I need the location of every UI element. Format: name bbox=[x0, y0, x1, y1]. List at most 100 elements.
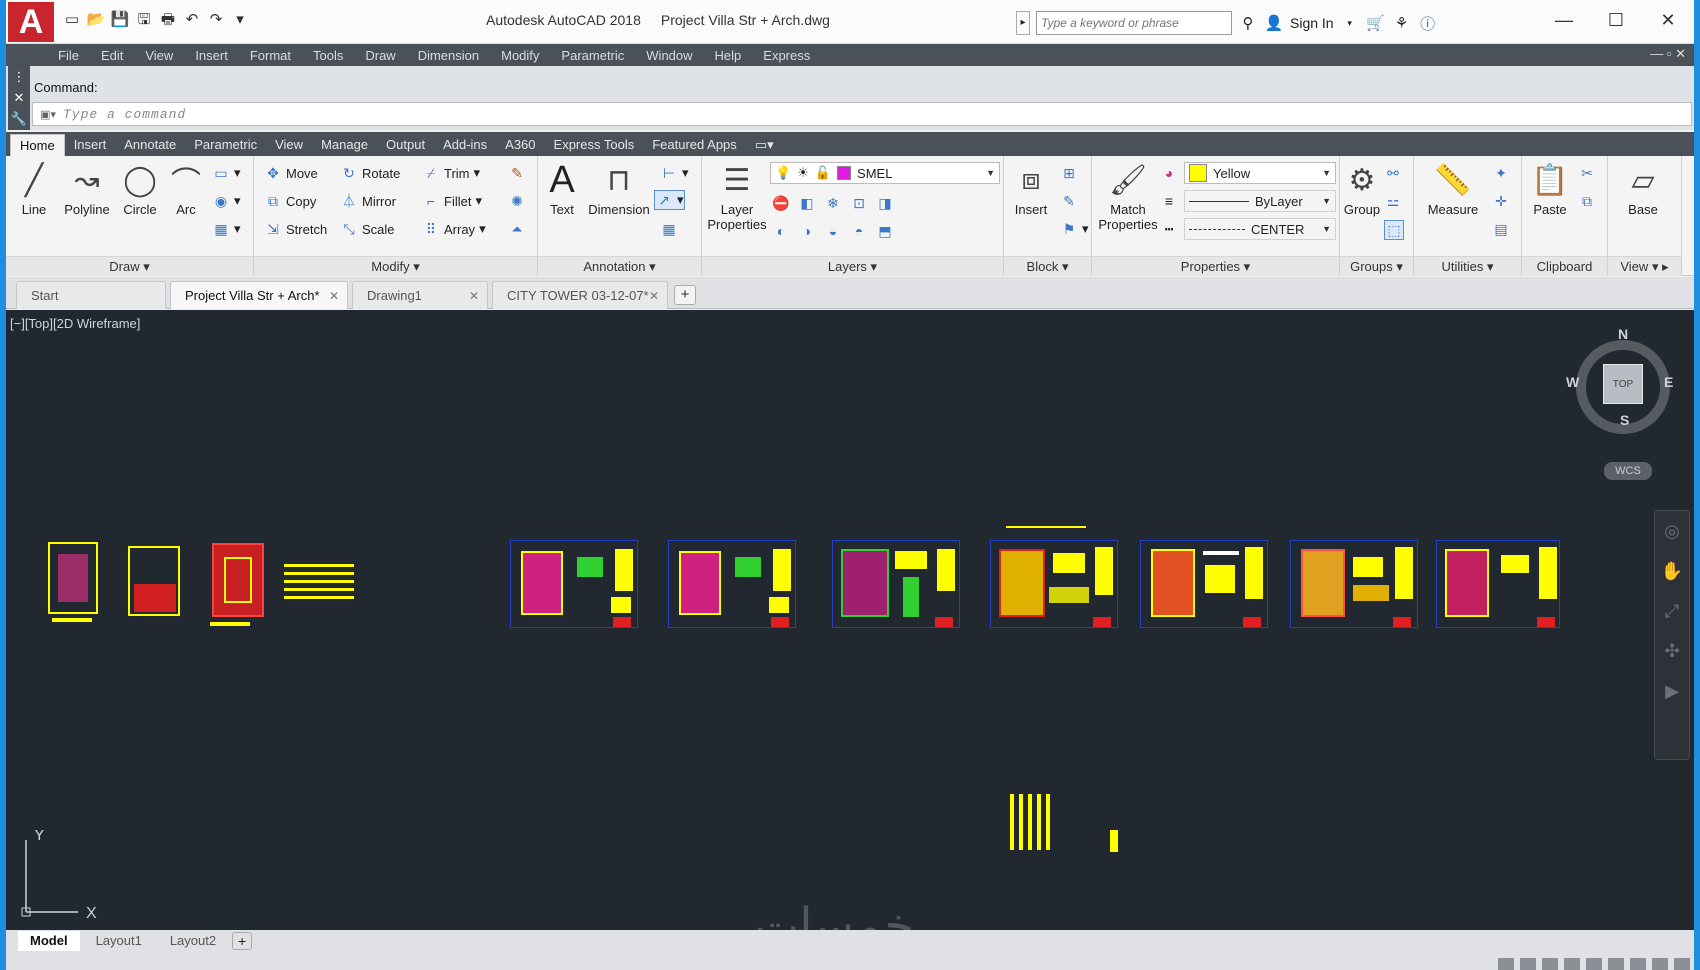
array-button[interactable]: ⠿ Array ▾ bbox=[422, 220, 486, 238]
offset-button[interactable]: ⏶ bbox=[508, 220, 526, 238]
layer-make-current-icon[interactable]: ◨ bbox=[876, 194, 894, 212]
layout-tab-model[interactable]: Model bbox=[18, 931, 80, 951]
linetype-dropdown[interactable]: CENTER ▼ bbox=[1184, 218, 1336, 240]
polyline-button[interactable]: ↝ Polyline bbox=[58, 160, 116, 218]
menu-insert[interactable]: Insert bbox=[195, 48, 228, 63]
doc-tab-start[interactable]: Start bbox=[16, 281, 166, 309]
layout-tab-layout2[interactable]: Layout2 bbox=[158, 931, 228, 951]
close-tab-icon[interactable]: ✕ bbox=[649, 282, 659, 310]
draw-panel-title[interactable]: Draw ▾ bbox=[6, 256, 253, 276]
layer-freeze-tool-icon[interactable]: ❄ bbox=[824, 194, 842, 212]
compass-north[interactable]: N bbox=[1618, 326, 1628, 342]
layer-unlock-icon[interactable]: ◓ bbox=[850, 222, 868, 240]
block-panel-title[interactable]: Block ▾ bbox=[1004, 256, 1091, 276]
fillet-button[interactable]: ⌐ Fillet ▾ bbox=[422, 192, 482, 210]
maximize-button[interactable]: ☐ bbox=[1590, 0, 1642, 40]
print-icon[interactable]: 🖶 bbox=[158, 10, 178, 30]
menu-format[interactable]: Format bbox=[250, 48, 291, 63]
tab-parametric[interactable]: Parametric bbox=[185, 134, 266, 156]
clipboard-panel-title[interactable]: Clipboard bbox=[1522, 256, 1607, 276]
new-layout-button[interactable]: + bbox=[232, 932, 253, 950]
properties-panel-title[interactable]: Properties ▾ bbox=[1092, 256, 1339, 276]
tab-a360[interactable]: A360 bbox=[496, 134, 544, 156]
autodesk-connect-icon[interactable]: ⚘ bbox=[1392, 14, 1412, 32]
wcs-menu[interactable]: WCS bbox=[1604, 462, 1652, 480]
paste-button[interactable]: 📋 Paste bbox=[1528, 160, 1572, 218]
match-properties-button[interactable]: 🖌 Match Properties bbox=[1096, 160, 1160, 233]
customize-command-icon[interactable]: 🔧 bbox=[8, 108, 30, 129]
command-line-handle[interactable]: ⋮ ✕ 🔧 bbox=[8, 66, 30, 130]
layer-isolate-icon[interactable]: ◧ bbox=[798, 194, 816, 212]
menu-help[interactable]: Help bbox=[715, 48, 742, 63]
quick-select-button[interactable]: ✦ bbox=[1492, 164, 1510, 182]
close-button[interactable]: ✕ bbox=[1642, 0, 1694, 40]
polar-toggle-icon[interactable] bbox=[1564, 958, 1580, 970]
ortho-toggle-icon[interactable] bbox=[1542, 958, 1558, 970]
new-tab-button[interactable]: + bbox=[674, 285, 696, 305]
base-view-button[interactable]: ▱ View Base bbox=[1618, 160, 1668, 218]
document-window-controls[interactable]: — ▫ ✕ bbox=[1650, 46, 1686, 62]
copy-clip-button[interactable]: ⧉ bbox=[1578, 192, 1596, 210]
layout-tab-layout1[interactable]: Layout1 bbox=[84, 931, 154, 951]
layer-match-icon[interactable]: ⬒ bbox=[876, 222, 894, 240]
erase-button[interactable]: ✎ bbox=[508, 164, 526, 182]
tab-manage[interactable]: Manage bbox=[312, 134, 377, 156]
doc-tab-villa[interactable]: Project Villa Str + Arch* ✕ bbox=[170, 281, 348, 309]
tab-insert[interactable]: Insert bbox=[65, 134, 116, 156]
viewcube-top-face[interactable]: TOP bbox=[1603, 364, 1643, 404]
table-button[interactable]: ▦ bbox=[660, 220, 678, 238]
help-icon[interactable]: ⓘ bbox=[1418, 13, 1438, 34]
tab-add-ins[interactable]: Add-ins bbox=[434, 134, 496, 156]
open-file-icon[interactable]: 📂 bbox=[86, 10, 106, 30]
lineweight-icon[interactable]: ≡ bbox=[1160, 192, 1178, 210]
annotation-scale-icon[interactable] bbox=[1630, 958, 1646, 970]
save-icon[interactable]: 💾 bbox=[110, 10, 130, 30]
compass-south[interactable]: S bbox=[1620, 412, 1629, 428]
menu-window[interactable]: Window bbox=[646, 48, 692, 63]
command-input[interactable]: ▣▾ Type a command bbox=[32, 102, 1692, 126]
menu-parametric[interactable]: Parametric bbox=[561, 48, 624, 63]
undo-icon[interactable]: ↶ bbox=[182, 10, 202, 30]
layer-unisolate-icon[interactable]: ◑ bbox=[798, 222, 816, 240]
trim-button[interactable]: ⌿ Trim ▾ bbox=[422, 164, 480, 182]
close-tab-icon[interactable]: ✕ bbox=[469, 282, 479, 310]
search-input[interactable] bbox=[1036, 11, 1232, 35]
orbit-icon[interactable]: ✣ bbox=[1655, 631, 1689, 671]
ribbon-options-icon[interactable]: ▭▾ bbox=[746, 134, 783, 156]
tab-home[interactable]: Home bbox=[10, 134, 65, 156]
rotate-button[interactable]: ↻ Rotate bbox=[340, 164, 400, 182]
utilities-panel-title[interactable]: Utilities ▾ bbox=[1414, 256, 1521, 276]
close-command-icon[interactable]: ✕ bbox=[8, 87, 30, 108]
sign-in-dropdown-icon[interactable]: ▾ bbox=[1340, 18, 1360, 29]
menu-express[interactable]: Express bbox=[763, 48, 810, 63]
linetype-icon[interactable]: ┅ bbox=[1160, 220, 1178, 238]
grid-toggle-icon[interactable] bbox=[1498, 958, 1514, 970]
layer-off-icon[interactable]: ⛔ bbox=[772, 194, 790, 212]
modify-panel-title[interactable]: Modify ▾ bbox=[254, 256, 537, 276]
stretch-button[interactable]: ⇲ Stretch bbox=[264, 220, 327, 238]
layer-properties-button[interactable]: ☰ Layer Properties bbox=[704, 160, 770, 233]
layer-on-tool-icon[interactable]: ◐ bbox=[772, 222, 790, 240]
color-wheel-icon[interactable]: ◕ bbox=[1160, 164, 1178, 182]
sign-in-button[interactable]: Sign In bbox=[1290, 15, 1334, 31]
zoom-extents-icon[interactable]: ⤢ bbox=[1655, 591, 1689, 631]
tab-output[interactable]: Output bbox=[377, 134, 434, 156]
menu-modify[interactable]: Modify bbox=[501, 48, 539, 63]
tab-annotate[interactable]: Annotate bbox=[115, 134, 185, 156]
binoculars-icon[interactable]: ⚲ bbox=[1238, 14, 1258, 32]
osnap-toggle-icon[interactable] bbox=[1586, 958, 1602, 970]
ungroup-button[interactable]: ⚯ bbox=[1384, 164, 1402, 182]
doc-tab-city-tower[interactable]: CITY TOWER 03-12-07* ✕ bbox=[492, 281, 668, 309]
line-button[interactable]: ╱ Line bbox=[12, 160, 56, 218]
linear-dimension-button[interactable]: ⊢ ▾ bbox=[660, 164, 689, 182]
menu-file[interactable]: File bbox=[58, 48, 79, 63]
menu-dimension[interactable]: Dimension bbox=[418, 48, 479, 63]
snap-toggle-icon[interactable] bbox=[1520, 958, 1536, 970]
showmotion-icon[interactable]: ▶ bbox=[1655, 671, 1689, 711]
viewport-controls[interactable]: [−][Top][2D Wireframe] bbox=[10, 316, 140, 331]
search-expand-icon[interactable]: ▸ bbox=[1016, 11, 1030, 35]
move-button[interactable]: ✥ Move bbox=[264, 164, 318, 182]
new-file-icon[interactable]: ▭ bbox=[62, 10, 82, 30]
groups-panel-title[interactable]: Groups ▾ bbox=[1340, 256, 1413, 276]
group-selection-toggle[interactable]: ⬚ bbox=[1384, 220, 1404, 240]
